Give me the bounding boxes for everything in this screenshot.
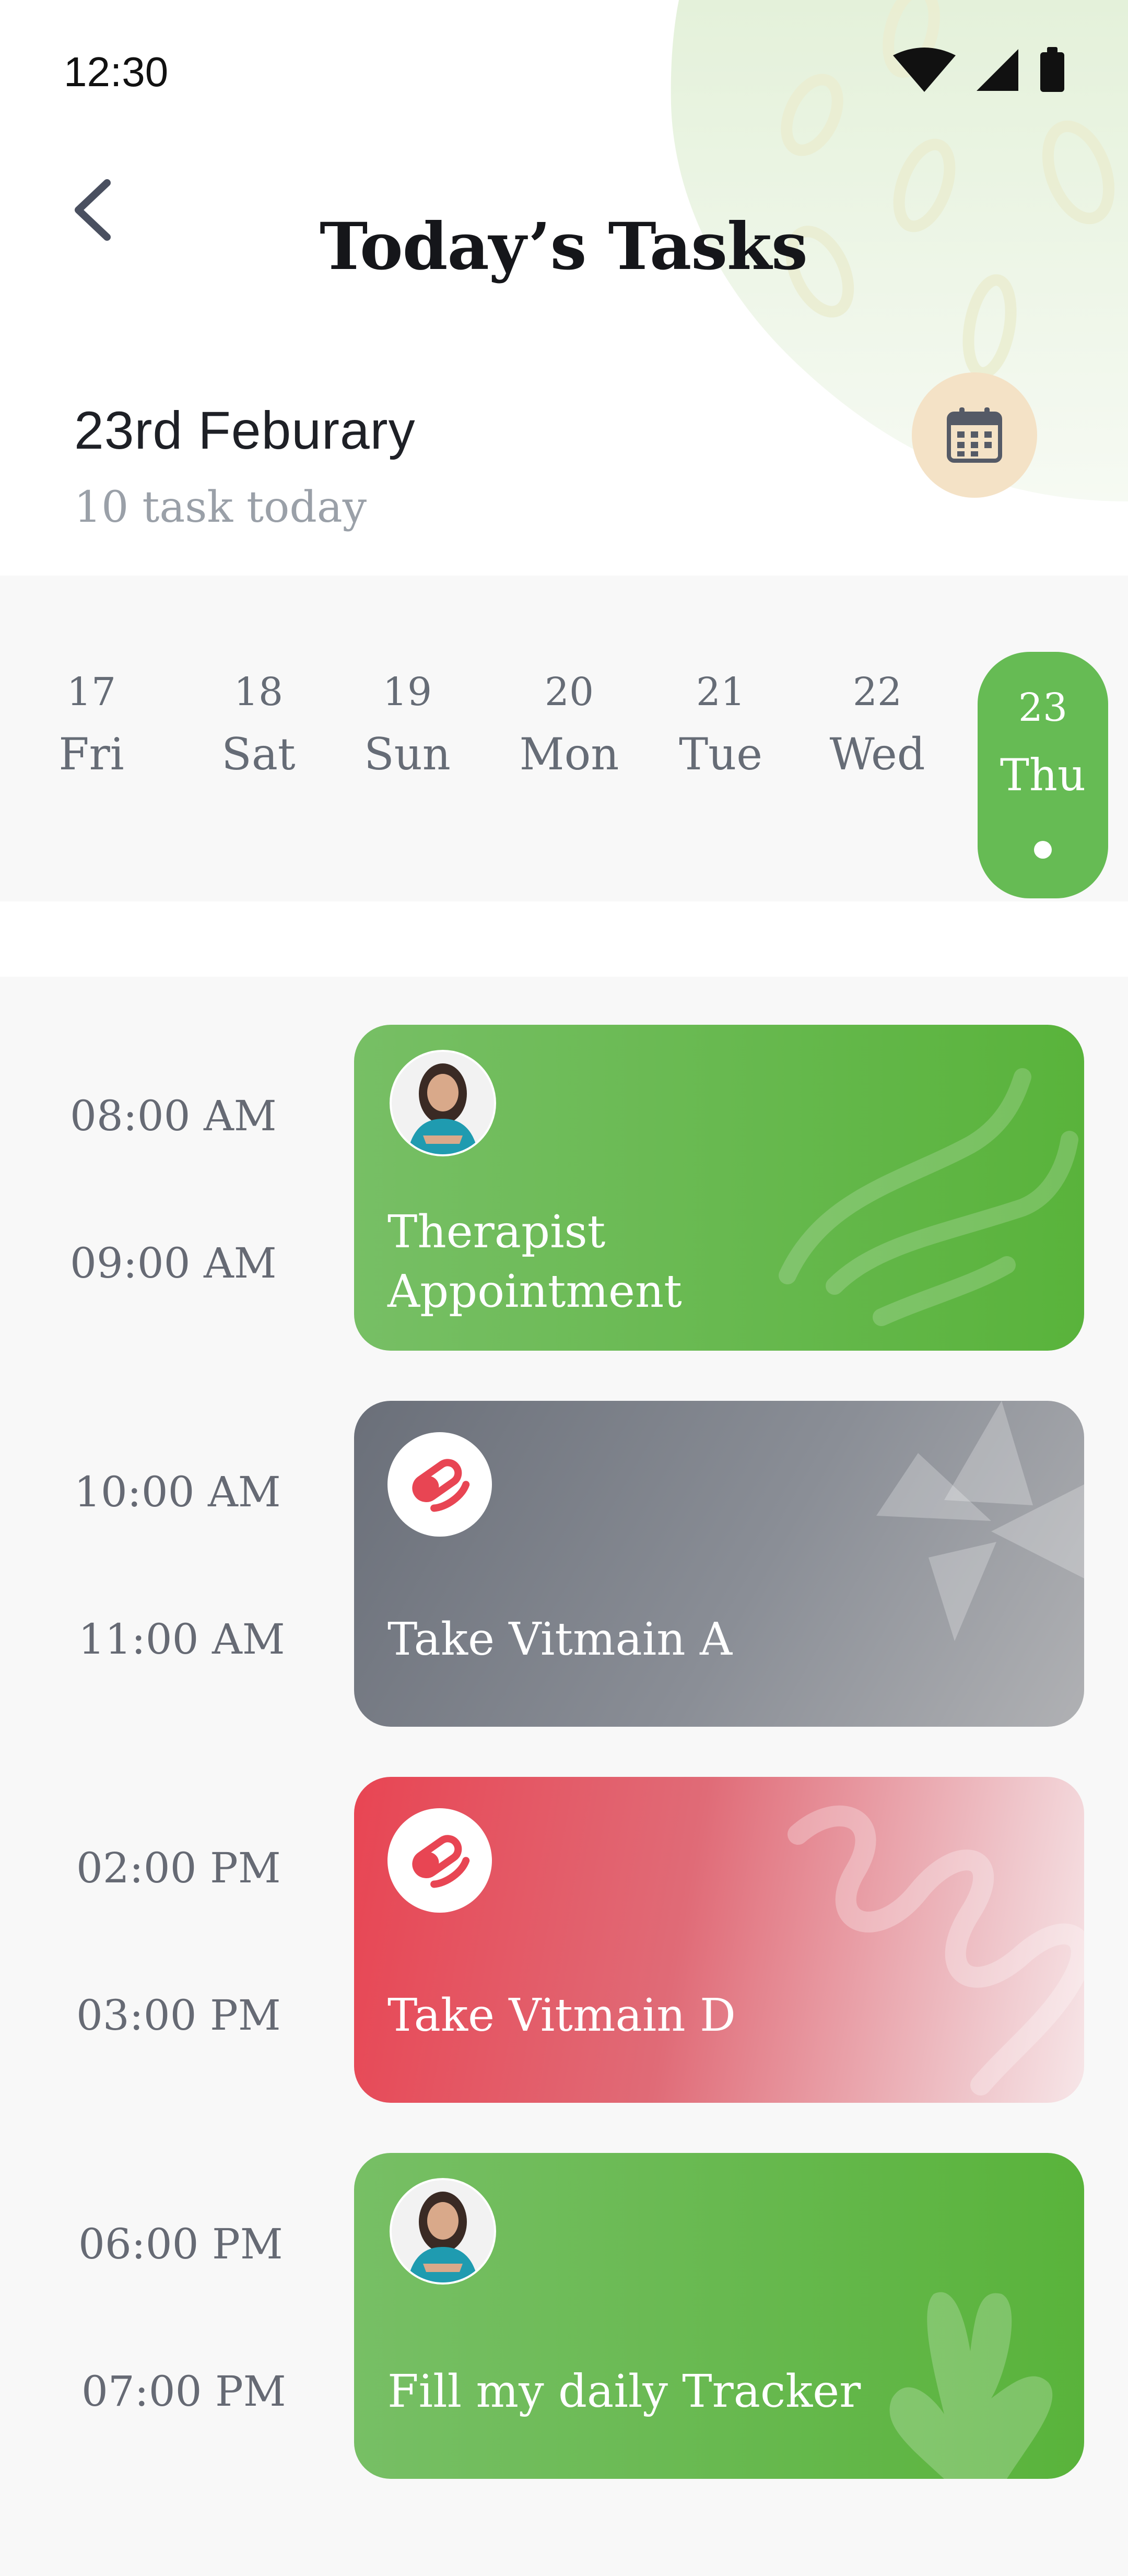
schedule-list: 08:00 AM 09:00 AM Therapist Appointment … (0, 977, 1128, 2576)
day-item-tue[interactable]: 21 Tue (674, 673, 768, 776)
task-start-time: 10:00 AM (74, 1468, 281, 1516)
status-icons (888, 45, 1065, 94)
day-item-sun[interactable]: 19 Sun (360, 673, 454, 776)
status-time: 12:30 (64, 49, 169, 95)
task-start-time: 06:00 PM (78, 2220, 283, 2268)
task-title: Fill my daily Tracker (387, 2366, 861, 2418)
therapist-avatar (390, 1050, 496, 1156)
task-start-time: 02:00 PM (76, 1844, 281, 1892)
task-end-time: 09:00 AM (70, 1239, 277, 1287)
calendar-icon (947, 407, 1002, 463)
back-button[interactable] (63, 172, 125, 245)
day-item-sat[interactable]: 18 Sat (214, 673, 303, 776)
day-item-mon[interactable]: 20 Mon (517, 673, 621, 776)
signal-icon (977, 49, 1018, 91)
page-title: Today’s Tasks (320, 209, 808, 285)
task-card-vitamin-d[interactable]: Take Vitmain D (354, 1777, 1084, 2103)
task-start-time: 08:00 AM (70, 1092, 277, 1140)
day-selector: 17 Fri 18 Sat 19 Sun 20 Mon 21 Tue 22 We… (0, 576, 1128, 901)
current-date: 23rd Feburary (74, 401, 416, 460)
day-item-wed[interactable]: 22 Wed (825, 673, 930, 776)
task-card-daily-tracker[interactable]: Fill my daily Tracker (354, 2153, 1084, 2479)
task-title: Take Vitmain A (387, 1613, 733, 1666)
selected-day-dot (1034, 841, 1052, 859)
therapist-avatar (390, 2178, 496, 2285)
task-end-time: 11:00 AM (78, 1615, 285, 1664)
wifi-icon (893, 48, 956, 92)
pill-icon (412, 1835, 470, 1888)
task-count: 10 task today (74, 483, 367, 532)
pill-icon-badge (387, 1808, 492, 1913)
task-end-time: 07:00 PM (81, 2367, 286, 2416)
task-title: Therapist Appointment (387, 1206, 682, 1318)
day-item-thu-selected[interactable]: 23 Thu (978, 652, 1108, 898)
pill-icon (412, 1459, 470, 1512)
task-end-time: 03:00 PM (76, 1991, 281, 2040)
chevron-left-icon (75, 179, 111, 241)
calendar-button[interactable] (912, 372, 1037, 498)
task-card-vitamin-a[interactable]: Take Vitmain A (354, 1401, 1084, 1727)
task-title: Take Vitmain D (387, 1989, 736, 2042)
battery-icon (1040, 47, 1064, 92)
day-item-fri[interactable]: 17 Fri (57, 673, 125, 776)
task-card-therapist-appointment[interactable]: Therapist Appointment (354, 1025, 1084, 1351)
pill-icon-badge (387, 1432, 492, 1537)
